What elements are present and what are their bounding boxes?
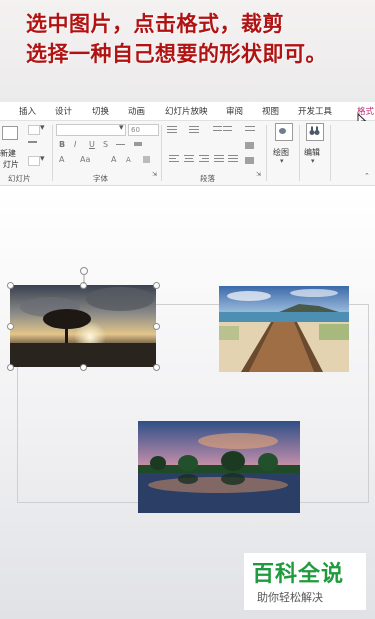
new-slide-label-1: 新建: [0, 149, 16, 158]
tab-developer[interactable]: 开发工具: [298, 105, 332, 117]
image-icon: [138, 421, 300, 513]
tab-design[interactable]: 设计: [55, 105, 72, 117]
dialog-launcher-icon[interactable]: ⇲: [256, 171, 261, 178]
caption-line-1: 选中图片，点击格式，裁剪: [26, 11, 284, 36]
strikethrough-icon[interactable]: [116, 144, 125, 145]
collapse-ribbon-icon[interactable]: ⌃: [364, 172, 370, 180]
tab-slideshow[interactable]: 幻灯片放映: [165, 105, 208, 117]
tab-insert[interactable]: 插入: [19, 105, 36, 117]
instruction-caption: 选中图片，点击格式，裁剪 选择一种自己想要的形状即可。: [0, 0, 375, 102]
picture-lake-reflection[interactable]: [138, 421, 300, 513]
watermark-subtitle: 助你轻松解决: [257, 591, 323, 604]
chevron-down-icon: ▾: [280, 157, 284, 165]
font-size-select[interactable]: 60: [128, 124, 159, 136]
bold-button[interactable]: B: [59, 140, 65, 149]
editing-button[interactable]: 编辑 ▾: [303, 123, 327, 171]
new-slide-label-2: 灯片: [3, 160, 19, 169]
group-divider: [266, 125, 267, 181]
group-divider: [52, 125, 53, 181]
image-icon: [219, 286, 349, 372]
font-name-select[interactable]: [56, 124, 126, 136]
layout-icon[interactable]: [28, 125, 40, 135]
italic-button[interactable]: I: [74, 140, 76, 149]
grow-font-button[interactable]: A: [111, 155, 116, 164]
rotate-handle-icon[interactable]: [78, 266, 90, 284]
chevron-down-icon: ▾: [311, 157, 315, 165]
home-ribbon: 新建 灯片 ▾ ▾ 幻灯片 ▾ 60 B I U S A Aa A A 字体 ⇲: [0, 121, 375, 186]
tab-transitions[interactable]: 切换: [92, 105, 109, 117]
chevron-down-icon: ▾: [40, 123, 45, 133]
image-icon: [10, 285, 156, 367]
tab-review[interactable]: 审阅: [226, 105, 243, 117]
chevron-down-icon: ▾: [119, 123, 124, 133]
ribbon-tab-bar: 插入 设计 切换 动画 幻灯片放映 审阅 视图 开发工具 格式: [0, 102, 375, 127]
picture-boardwalk-beach[interactable]: [219, 286, 349, 372]
shrink-font-button[interactable]: A: [126, 156, 131, 164]
watermark-title: 百科全说: [252, 562, 345, 587]
picture-tree-sunset[interactable]: [10, 285, 156, 367]
group-label-font: 字体: [93, 174, 108, 183]
group-divider: [299, 125, 300, 181]
shapes-icon: [279, 128, 286, 134]
underline-button[interactable]: U: [89, 140, 95, 149]
watermark-logo: 百科全说 助你轻松解决: [244, 553, 366, 610]
tab-view[interactable]: 视图: [262, 105, 279, 117]
dialog-launcher-icon[interactable]: ⇲: [152, 171, 157, 178]
group-divider: [161, 125, 162, 181]
chevron-down-icon: ▾: [40, 154, 45, 164]
group-label-slides: 幻灯片: [8, 174, 31, 183]
section-icon[interactable]: [28, 156, 40, 166]
clear-format-icon[interactable]: [143, 156, 150, 163]
group-label-paragraph: 段落: [200, 174, 215, 183]
binoculars-icon: [309, 126, 320, 135]
drawing-button[interactable]: 绘图 ▾: [272, 123, 296, 171]
tab-animations[interactable]: 动画: [128, 105, 145, 117]
caption-line-2: 选择一种自己想要的形状即可。: [26, 41, 327, 66]
char-spacing-icon[interactable]: [134, 142, 142, 146]
change-case-button[interactable]: Aa: [80, 155, 90, 164]
shadow-button[interactable]: S: [103, 140, 108, 149]
reset-icon[interactable]: [28, 141, 37, 143]
font-color-button[interactable]: A: [59, 155, 64, 164]
new-slide-button[interactable]: 新建 灯片: [0, 124, 22, 169]
group-divider: [330, 125, 331, 181]
